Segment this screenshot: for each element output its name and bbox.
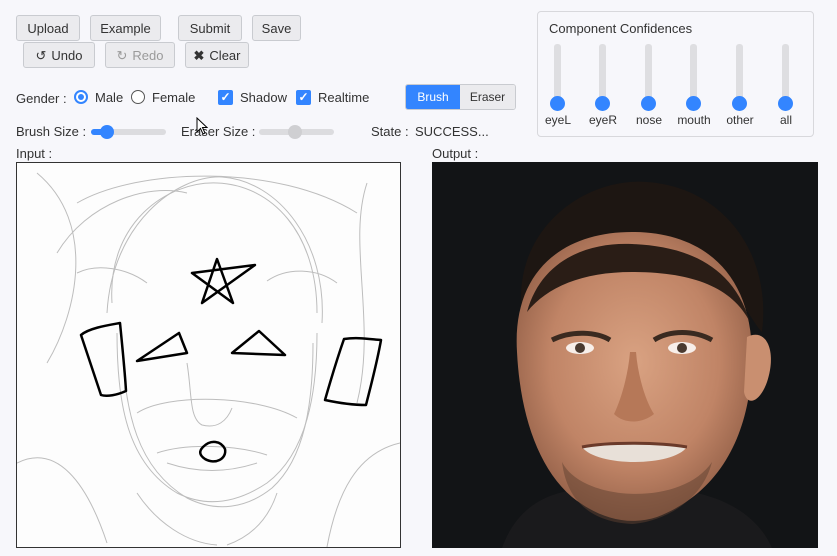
eyel-label: eyeL xyxy=(544,113,572,127)
redo-button[interactable]: ↻ Redo xyxy=(105,42,175,68)
state-value: SUCCESS... xyxy=(415,124,489,139)
brush-size-label: Brush Size : xyxy=(16,124,87,139)
shadow-label[interactable]: Shadow xyxy=(240,90,287,105)
output-image xyxy=(432,162,818,548)
tool-toggle: Brush Eraser xyxy=(405,84,516,110)
eraser-size-thumb[interactable] xyxy=(288,125,302,139)
all-label: all xyxy=(779,113,792,127)
redo-icon: ↻ xyxy=(116,47,128,63)
close-icon: ✖ xyxy=(193,47,205,63)
female-label[interactable]: Female xyxy=(152,90,195,105)
submit-button[interactable]: Submit xyxy=(178,15,242,41)
eyer-label: eyeR xyxy=(588,113,617,127)
output-label: Output : xyxy=(432,146,479,161)
mouth-track[interactable] xyxy=(690,44,697,104)
example-button[interactable]: Example xyxy=(90,15,161,41)
mouse-cursor-icon xyxy=(196,117,208,135)
other-track[interactable] xyxy=(736,44,743,104)
generated-face-image xyxy=(432,162,818,548)
eyer-track[interactable] xyxy=(599,44,606,104)
upload-button[interactable]: Upload xyxy=(16,15,80,41)
female-radio[interactable] xyxy=(131,90,145,104)
all-track[interactable] xyxy=(782,44,789,104)
confidence-title: Component Confidences xyxy=(549,21,693,36)
male-label[interactable]: Male xyxy=(95,90,123,105)
sketch-drawing xyxy=(16,172,401,548)
shadow-checkbox[interactable]: ✓ xyxy=(218,90,233,105)
nose-track[interactable] xyxy=(645,44,652,104)
gender-label: Gender : xyxy=(16,91,67,106)
eyel-track[interactable] xyxy=(554,44,561,104)
nose-thumb[interactable] xyxy=(641,96,656,111)
input-label: Input : xyxy=(16,146,53,161)
undo-icon: ↺ xyxy=(35,47,47,63)
mouth-label: mouth xyxy=(677,113,711,127)
realtime-label[interactable]: Realtime xyxy=(318,90,369,105)
undo-button[interactable]: ↺ Undo xyxy=(23,42,95,68)
realtime-checkbox[interactable]: ✓ xyxy=(296,90,311,105)
all-thumb[interactable] xyxy=(778,96,793,111)
save-button[interactable]: Save xyxy=(252,15,301,41)
state-label: State : xyxy=(371,124,409,139)
input-canvas[interactable] xyxy=(16,162,401,548)
nose-label: nose xyxy=(635,113,663,127)
eraser-tab[interactable]: Eraser xyxy=(460,85,515,109)
eraser-size-label: Eraser Size : xyxy=(181,124,256,139)
brush-tab[interactable]: Brush xyxy=(406,85,460,109)
brush-size-thumb[interactable] xyxy=(100,125,114,139)
other-thumb[interactable] xyxy=(732,96,747,111)
clear-button[interactable]: ✖ Clear xyxy=(185,42,249,68)
confidence-panel: Component Confidences eyeL eyeR nose mou… xyxy=(537,11,814,137)
eyer-thumb[interactable] xyxy=(595,96,610,111)
male-radio[interactable] xyxy=(74,90,88,104)
eyel-thumb[interactable] xyxy=(550,96,565,111)
other-label: other xyxy=(726,113,754,127)
mouth-thumb[interactable] xyxy=(686,96,701,111)
